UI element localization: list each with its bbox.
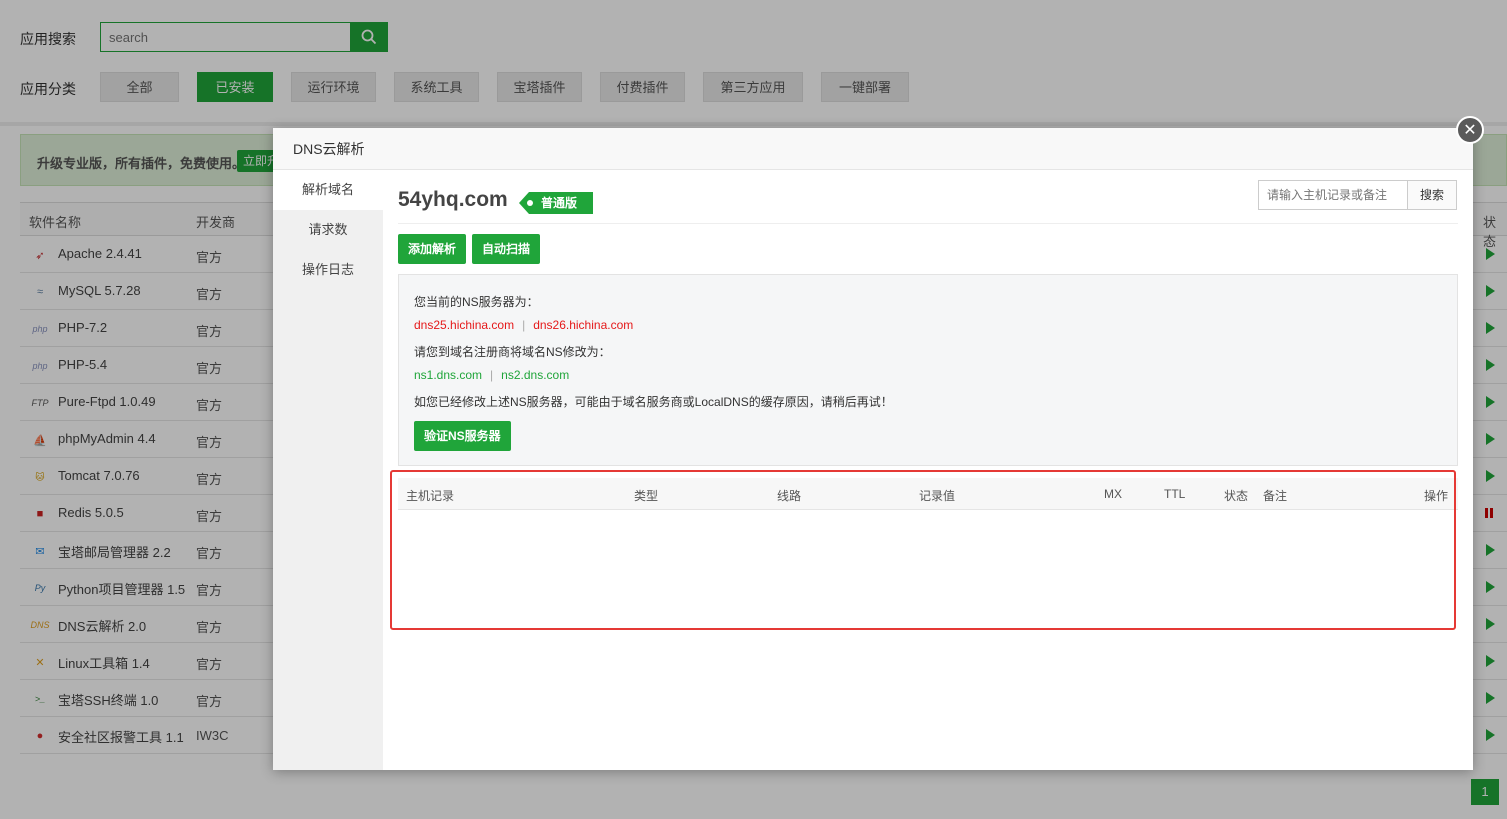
target-ns-1: ns1.dns.com: [414, 368, 483, 382]
add-record-button[interactable]: 添加解析: [398, 234, 467, 264]
column-type: 类型: [634, 489, 659, 503]
ns-separator: |: [522, 318, 526, 332]
column-status: 状态: [1224, 489, 1249, 503]
current-ns-2: dns26.hichina.com: [533, 318, 634, 332]
divider: [398, 223, 1458, 224]
column-remark: 备注: [1263, 489, 1288, 503]
modal-body: 54yhq.com 普通版 搜索 添加解析 自动扫描 您当前的NS服务器为： d…: [383, 170, 1473, 770]
current-ns-list: dns25.hichina.com | dns26.hichina.com: [414, 318, 633, 332]
column-host: 主机记录: [406, 489, 455, 503]
column-value: 记录值: [919, 489, 956, 503]
column-actions: 操作: [1424, 489, 1449, 503]
ns-separator: |: [490, 368, 494, 382]
auto-scan-button[interactable]: 自动扫描: [472, 234, 541, 264]
side-item-logs[interactable]: 操作日志: [273, 250, 383, 290]
record-search-button[interactable]: 搜索: [1407, 180, 1457, 210]
plan-badge: 普通版: [519, 192, 594, 214]
column-line: 线路: [777, 489, 802, 503]
domain-title: 54yhq.com: [398, 188, 508, 211]
modal-close-button[interactable]: ✕: [1456, 116, 1484, 144]
change-ns-label: 请您到域名注册商将域名NS修改为：: [414, 345, 611, 359]
current-ns-label: 您当前的NS服务器为：: [414, 295, 539, 309]
side-item-requests[interactable]: 请求数: [273, 210, 383, 250]
current-ns-1: dns25.hichina.com: [414, 318, 515, 332]
modal-title: DNS云解析: [273, 128, 1473, 170]
ns-cache-note: 如您已经修改上述NS服务器，可能由于域名服务商或LocalDNS的缓存原因，请稍…: [414, 395, 893, 409]
records-table-header: 主机记录 类型 线路 记录值 MX TTL 状态 备注 操作: [398, 478, 1458, 510]
target-ns-2: ns2.dns.com: [501, 368, 570, 382]
verify-ns-button[interactable]: 验证NS服务器: [414, 421, 511, 451]
ns-info-panel: 您当前的NS服务器为： dns25.hichina.com | dns26.hich…: [398, 274, 1458, 466]
close-icon: ✕: [1463, 122, 1477, 139]
column-ttl: TTL: [1164, 487, 1186, 501]
side-item-domains[interactable]: 解析域名: [273, 170, 383, 210]
target-ns-list: ns1.dns.com | ns2.dns.com: [414, 368, 569, 382]
dns-modal: DNS云解析 解析域名 请求数 操作日志 54yhq.com 普通版 搜索 添加…: [273, 128, 1473, 770]
column-mx: MX: [1104, 487, 1122, 501]
records-table: 主机记录 类型 线路 记录值 MX TTL 状态 备注 操作: [398, 478, 1458, 738]
modal-side-menu: 解析域名 请求数 操作日志: [273, 170, 383, 770]
record-search-input[interactable]: [1258, 180, 1408, 210]
